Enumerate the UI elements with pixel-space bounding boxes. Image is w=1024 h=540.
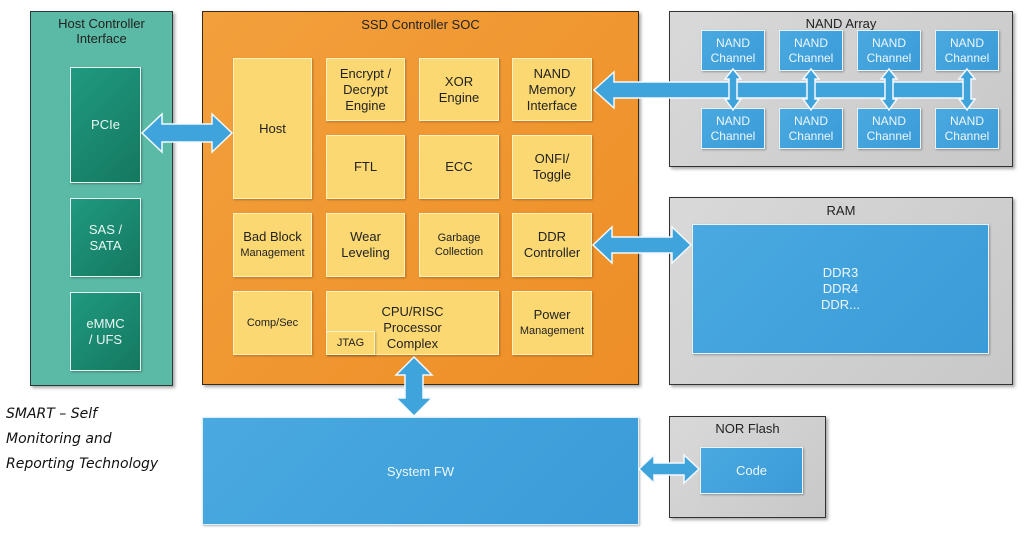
system-fw-code-arrow	[637, 453, 701, 485]
cpu-system-fw-arrow	[394, 355, 434, 418]
nand-bus-arrow	[592, 70, 969, 110]
pcie-host-arrow	[140, 112, 234, 154]
ddr-ram-arrow	[591, 225, 693, 265]
arrows-layer	[140, 67, 977, 485]
